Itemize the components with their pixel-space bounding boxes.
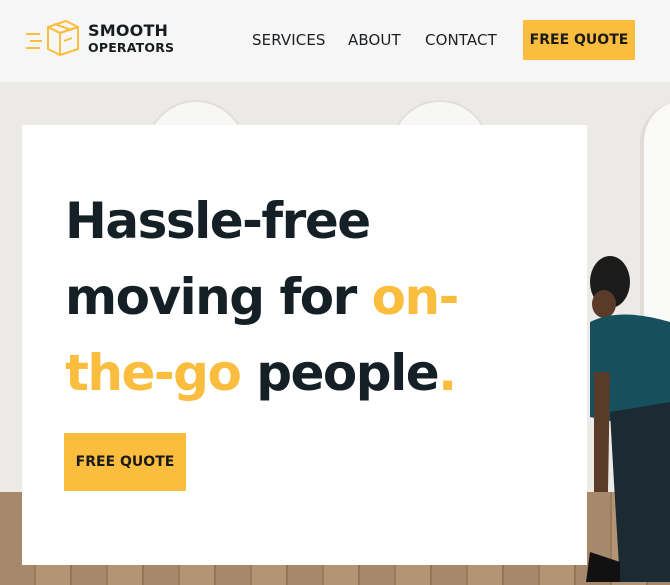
logo-line1: SMOOTH — [88, 21, 169, 40]
logo-line2: OPERATORS — [88, 40, 175, 55]
headline-period: . — [438, 344, 457, 402]
headline-accent-on: on- — [371, 268, 460, 326]
moving-box-icon — [26, 20, 79, 56]
nav-services-link[interactable]: SERVICES — [252, 31, 326, 49]
nav-contact-link[interactable]: CONTACT — [425, 31, 497, 49]
hero-free-quote-button[interactable]: FREE QUOTE — [64, 433, 186, 491]
logo[interactable]: SMOOTH OPERATORS — [26, 19, 186, 63]
nav-about-link[interactable]: ABOUT — [348, 31, 401, 49]
headline-line1: Hassle-free — [65, 192, 371, 250]
logo-text: SMOOTH OPERATORS — [88, 23, 174, 55]
hero-card: Hassle-free moving for on- the-go people… — [22, 125, 587, 565]
header-free-quote-button[interactable]: FREE QUOTE — [523, 20, 635, 60]
hero-headline: Hassle-free moving for on- the-go people… — [65, 183, 565, 411]
headline-people: people — [240, 344, 439, 402]
headline-accent-the-go: the-go — [65, 344, 242, 402]
site-header: SMOOTH OPERATORS SERVICES ABOUT CONTACT … — [0, 0, 670, 82]
headline-line2: moving for — [65, 268, 372, 326]
mover-person-image — [586, 256, 670, 582]
